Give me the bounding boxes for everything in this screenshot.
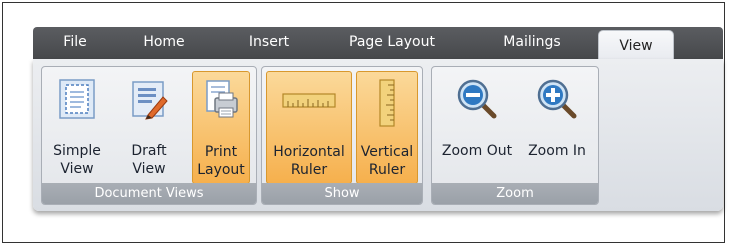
tab-page-layout[interactable]: Page Layout	[338, 27, 446, 59]
ribbon-tab-bar: File Home Insert Page Layout Mailings Vi…	[33, 27, 723, 64]
vertical-ruler-icon	[379, 79, 395, 127]
tab-mailings[interactable]: Mailings	[493, 27, 571, 59]
group-label-document-views: Document Views	[42, 183, 256, 204]
tab-home[interactable]: Home	[136, 27, 192, 59]
zoom-in-label: Zoom In	[528, 143, 586, 159]
horizontal-ruler-icon	[282, 93, 336, 108]
group-label-zoom: Zoom	[432, 183, 598, 204]
ribbon-panel: Simple View Draft View Print Layout Docu…	[33, 59, 723, 211]
tab-insert[interactable]: Insert	[233, 27, 305, 59]
simple-view-label: Simple View	[53, 143, 101, 177]
draft-view-label: Draft View	[131, 143, 167, 177]
print-layout-button[interactable]: Print Layout	[192, 71, 250, 184]
print-layout-label: Print Layout	[197, 144, 245, 178]
draft-view-icon	[132, 81, 168, 120]
tab-file[interactable]: File	[55, 27, 95, 59]
print-layout-icon	[206, 80, 238, 118]
vertical-ruler-button[interactable]: Vertical Ruler	[356, 71, 418, 184]
zoom-in-icon	[537, 79, 577, 119]
zoom-out-label: Zoom Out	[441, 143, 513, 159]
zoom-in-button[interactable]: Zoom In	[524, 71, 590, 184]
group-zoom: Zoom Out Zoom In Zoom	[431, 66, 599, 205]
horizontal-ruler-label: Horizontal Ruler	[273, 144, 345, 178]
group-show: Horizontal Ruler Vertical Ruler Show	[261, 66, 423, 205]
draft-view-button[interactable]: Draft View	[120, 71, 178, 184]
simple-view-button[interactable]: Simple View	[48, 71, 106, 184]
zoom-out-icon	[457, 79, 497, 119]
vertical-ruler-label: Vertical Ruler	[360, 144, 414, 178]
ribbon-window: File Home Insert Page Layout Mailings Vi…	[33, 22, 723, 214]
group-document-views: Simple View Draft View Print Layout Docu…	[41, 66, 257, 205]
group-label-show: Show	[262, 183, 422, 204]
simple-view-icon	[59, 79, 95, 119]
zoom-out-button[interactable]: Zoom Out	[436, 71, 518, 184]
horizontal-ruler-button[interactable]: Horizontal Ruler	[266, 71, 352, 184]
